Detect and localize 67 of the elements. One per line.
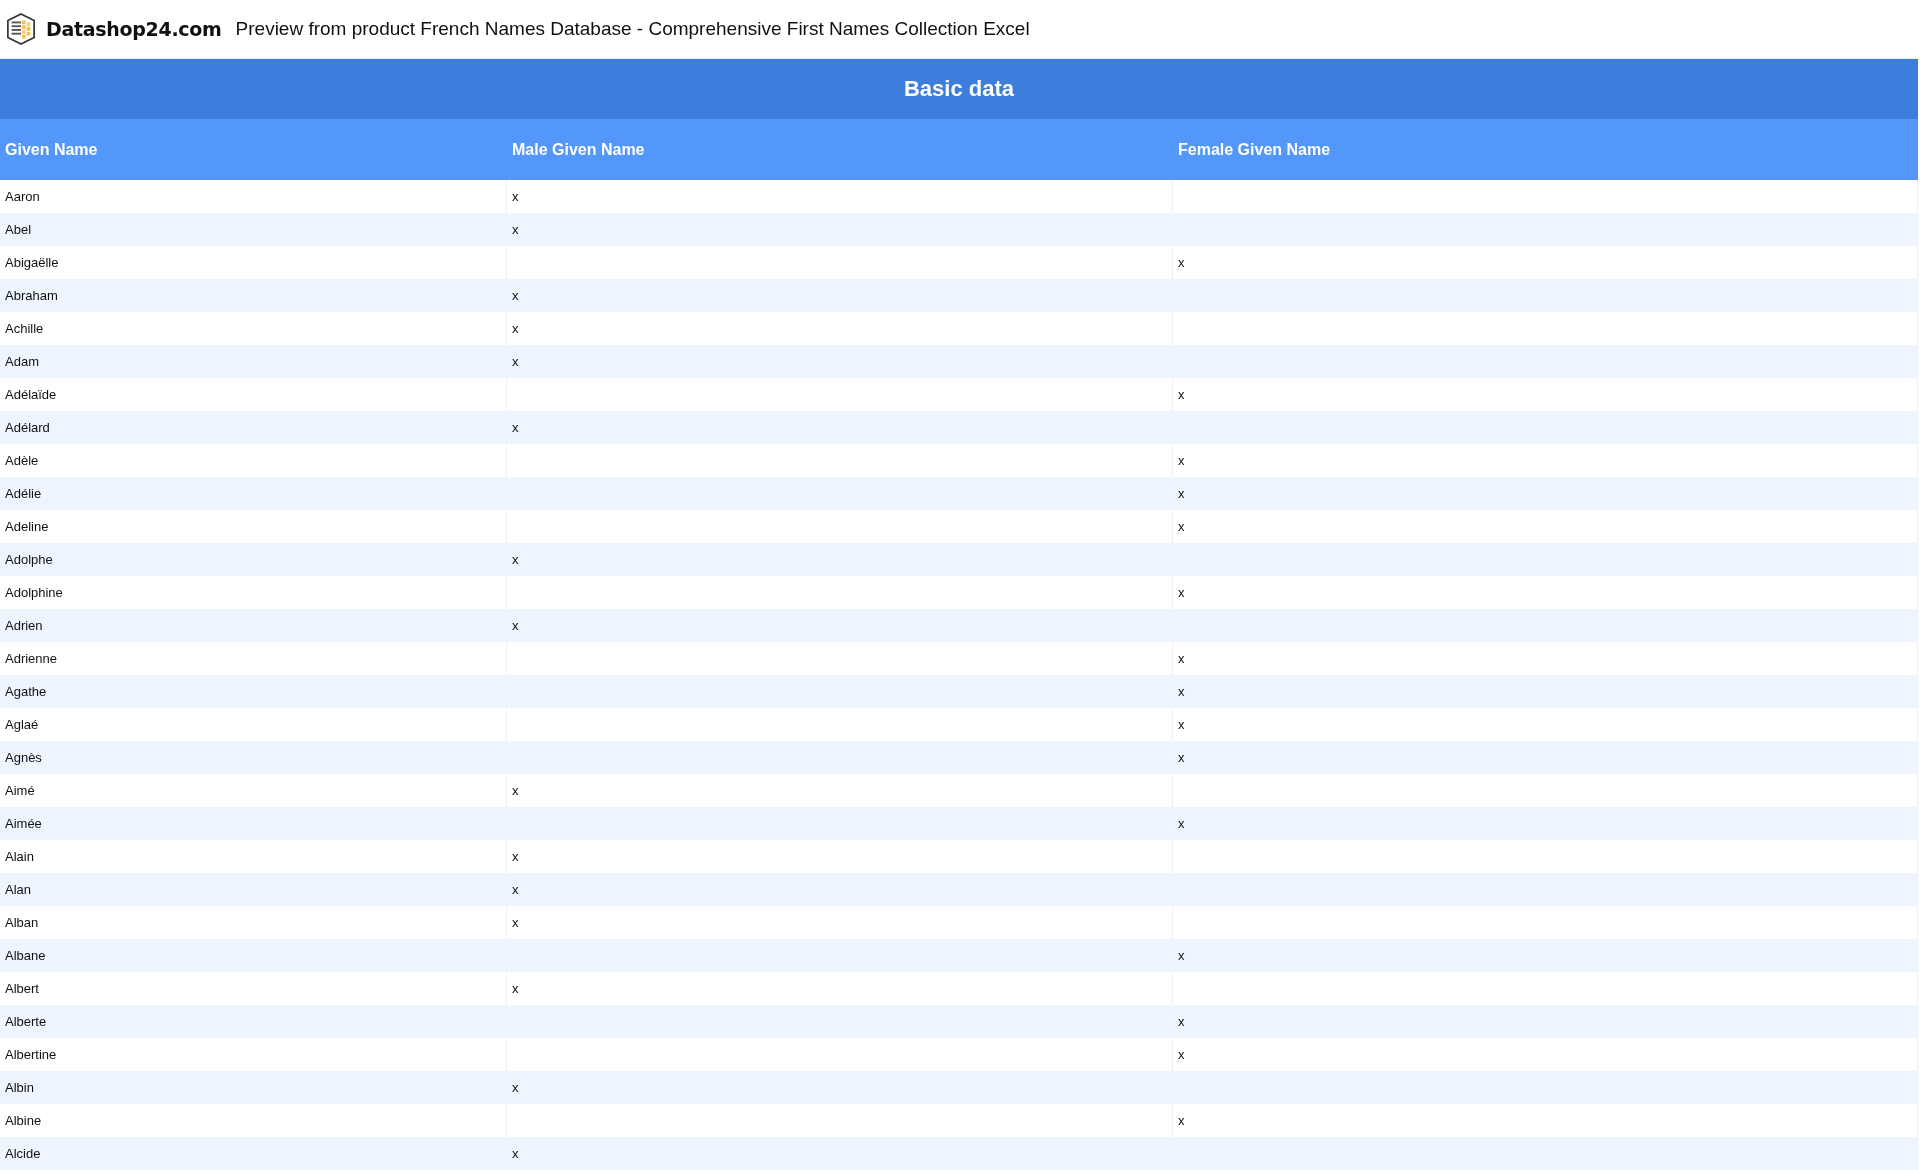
table-cell: Alan	[5, 882, 32, 897]
table-cell: x	[512, 189, 519, 204]
table-cell: x	[1178, 387, 1185, 402]
table-cell: Aimée	[5, 816, 42, 831]
table-cell: Aimé	[5, 783, 35, 798]
column-header: Male Given Name	[511, 140, 646, 159]
table-cell: Abraham	[5, 288, 58, 303]
table-cell: Albert	[5, 981, 39, 996]
table-cell: x	[1178, 684, 1185, 699]
table-cell: Alcide	[5, 1146, 41, 1161]
table-cell: x	[1178, 651, 1185, 666]
table-cell: x	[512, 849, 519, 864]
table-cell: Adélie	[5, 486, 42, 501]
table-cell: x	[512, 1080, 519, 1095]
table-cell: x	[1178, 255, 1185, 270]
table-cell: Albertine	[5, 1047, 57, 1062]
table-cell: Adèle	[5, 453, 39, 468]
database-cube-logo-icon	[6, 13, 36, 45]
table-cell: x	[512, 882, 519, 897]
table-cell: Abel	[5, 222, 32, 237]
table-cell: Abigaëlle	[5, 255, 59, 270]
table-cell: Adolphe	[5, 552, 53, 567]
table-cell: Achille	[5, 321, 44, 336]
table-cell: Adrienne	[5, 651, 58, 666]
table-cell: x	[1178, 717, 1185, 732]
table-cell: x	[512, 981, 519, 996]
table-cell: x	[512, 783, 519, 798]
table-cell: Adolphine	[5, 585, 63, 600]
table-cell: x	[1178, 453, 1185, 468]
table-cell: x	[1178, 585, 1185, 600]
table-cell: Albin	[5, 1080, 34, 1095]
table-cell: Alberte	[5, 1014, 47, 1029]
table-cell: x	[1178, 1014, 1185, 1029]
table-cell: Adélaïde	[5, 387, 57, 402]
table-cell: x	[1178, 1047, 1185, 1062]
table-cell: x	[512, 321, 519, 336]
table-cell: Albane	[5, 948, 46, 963]
page-title: Preview from product French Names Database - Comprehensive First Names Collection Excel	[235, 18, 1030, 40]
table-cell: x	[512, 222, 519, 237]
column-header: Given Name	[4, 140, 99, 159]
table-cell: Agnès	[5, 750, 42, 765]
table-cell: Adeline	[5, 519, 49, 534]
table-cell: x	[1178, 948, 1185, 963]
table-cell: Aaron	[5, 189, 40, 204]
table-cell: x	[1178, 486, 1185, 501]
table-cell: x	[512, 1146, 519, 1161]
table-cell: x	[512, 552, 519, 567]
table-cell: Adrien	[5, 618, 43, 633]
table-cell: x	[1178, 1113, 1185, 1128]
table-cell: Aglaé	[5, 717, 39, 732]
table-cell: Agathe	[5, 684, 47, 699]
column-header: Female Given Name	[1177, 140, 1332, 159]
table-cell: x	[1178, 750, 1185, 765]
table-cell: x	[512, 354, 519, 369]
table-cell: x	[512, 288, 519, 303]
section-title: Basic data	[903, 76, 1015, 102]
table-cell: x	[512, 618, 519, 633]
table-cell: x	[512, 420, 519, 435]
table-cell: Albine	[5, 1113, 42, 1128]
table-cell: Alban	[5, 915, 39, 930]
table-cell: Adélard	[5, 420, 50, 435]
table-cell: Alain	[5, 849, 34, 864]
table-cell: x	[1178, 519, 1185, 534]
table-cell: Adam	[5, 354, 39, 369]
table-cell: x	[1178, 816, 1185, 831]
table-cell: x	[512, 915, 519, 930]
brand-name: Datashop24.com	[46, 18, 222, 40]
